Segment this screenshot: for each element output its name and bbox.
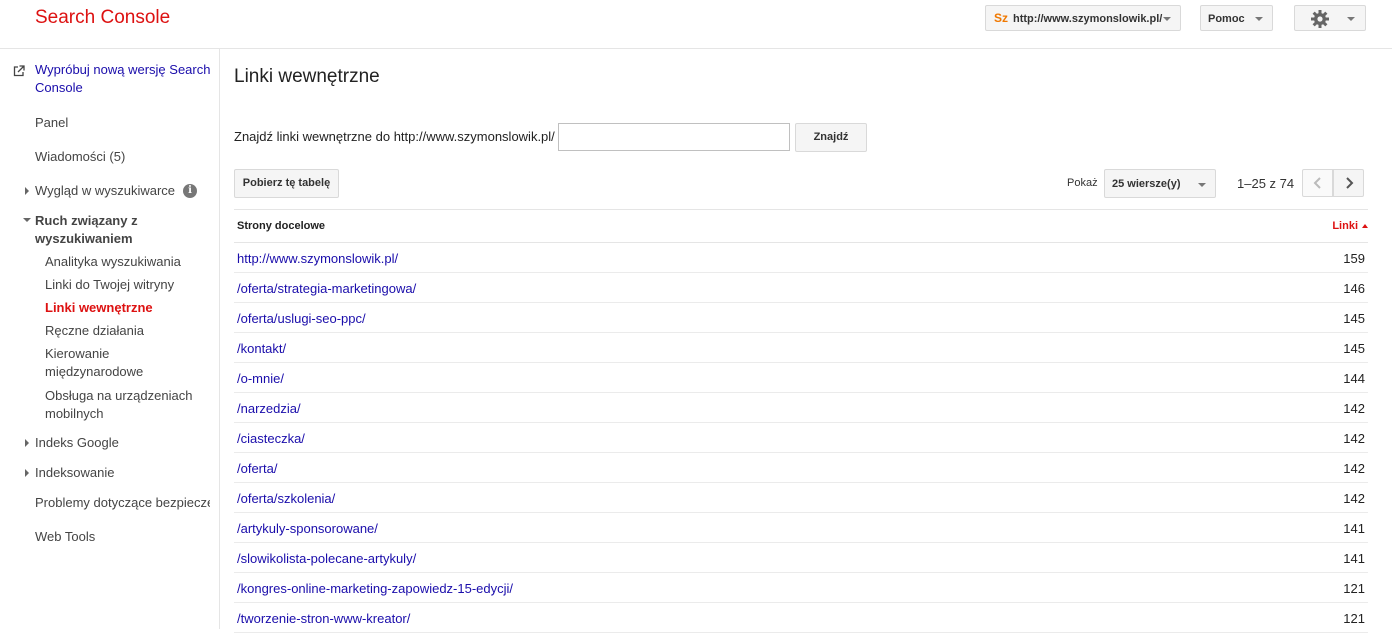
links-count: 121 <box>1343 611 1365 626</box>
sidebar-item-google-index[interactable]: Indeks Google <box>35 434 119 452</box>
chevron-down-icon <box>1163 17 1171 21</box>
links-count: 159 <box>1343 251 1365 266</box>
sidebar-item-crawl[interactable]: Indeksowanie <box>35 464 115 482</box>
table-header: Strony docelowe Linki <box>234 209 1368 243</box>
gear-icon <box>1311 10 1329 28</box>
target-page-link[interactable]: /kongres-online-marketing-zapowiedz-15-e… <box>237 581 513 596</box>
sidebar-item-panel[interactable]: Panel <box>35 114 68 132</box>
prev-page-button[interactable] <box>1302 169 1333 197</box>
sidebar-subitem-links-to-site[interactable]: Linki do Twojej witryny <box>45 276 174 294</box>
collapse-arrow-icon[interactable] <box>23 218 31 222</box>
table-row: /kongres-online-marketing-zapowiedz-15-e… <box>234 573 1368 603</box>
chevron-left-icon <box>1313 177 1321 189</box>
target-page-link[interactable]: /oferta/szkolenia/ <box>237 491 335 506</box>
rows-per-page-value: 25 wiersze(y) <box>1112 178 1181 190</box>
links-count: 144 <box>1343 371 1365 386</box>
links-count: 142 <box>1343 431 1365 446</box>
links-count: 141 <box>1343 521 1365 536</box>
target-page-link[interactable]: /ciasteczka/ <box>237 431 305 446</box>
target-page-link[interactable]: /oferta/ <box>237 461 277 476</box>
sidebar-subitem-internal-links[interactable]: Linki wewnętrzne <box>45 299 153 317</box>
sort-ascending-icon <box>1362 224 1368 228</box>
settings-button[interactable] <box>1294 5 1366 31</box>
page-title: Linki wewnętrzne <box>234 66 380 87</box>
links-count: 145 <box>1343 311 1365 326</box>
expand-arrow-icon[interactable] <box>25 187 29 195</box>
target-page-link[interactable]: /tworzenie-stron-www-kreator/ <box>237 611 410 626</box>
chevron-down-icon <box>1255 17 1263 21</box>
pagination-range: 1–25 z 74 <box>1237 176 1295 191</box>
links-count: 142 <box>1343 491 1365 506</box>
table-row: /ciasteczka/142 <box>234 423 1368 453</box>
external-link-icon <box>13 65 25 77</box>
next-page-button[interactable] <box>1333 169 1364 197</box>
sidebar-item-messages[interactable]: Wiadomości (5) <box>35 148 125 166</box>
target-page-link[interactable]: /oferta/strategia-marketingowa/ <box>237 281 416 296</box>
site-selector[interactable]: Sz http://www.szymonslowik.pl/ <box>985 5 1181 31</box>
find-links-label: Znajdź linki wewnętrzne do http://www.sz… <box>234 129 555 144</box>
table-row: /oferta/szkolenia/142 <box>234 483 1368 513</box>
sidebar-item-security-issues[interactable]: Problemy dotyczące bezpieczeństwa <box>35 494 210 512</box>
site-favicon: Sz <box>994 11 1009 25</box>
table-row: /slowikolista-polecane-artykuly/141 <box>234 543 1368 573</box>
column-header-links[interactable]: Linki <box>1332 220 1358 232</box>
table-row: /kontakt/145 <box>234 333 1368 363</box>
table-row: /oferta/strategia-marketingowa/146 <box>234 273 1368 303</box>
sidebar-subitem-manual-actions[interactable]: Ręczne działania <box>45 322 144 340</box>
sidebar-subitem-mobile-usability[interactable]: Obsługa na urządzeniach mobilnych <box>45 387 210 423</box>
target-page-link[interactable]: /o-mnie/ <box>237 371 284 386</box>
target-page-link[interactable]: /slowikolista-polecane-artykuly/ <box>237 551 416 566</box>
rows-per-page-select[interactable]: 25 wiersze(y) <box>1104 169 1216 198</box>
target-page-link[interactable]: http://www.szymonslowik.pl/ <box>237 251 398 266</box>
find-links-input[interactable] <box>558 123 790 151</box>
expand-arrow-icon[interactable] <box>25 439 29 447</box>
links-count: 146 <box>1343 281 1365 296</box>
target-page-link[interactable]: /artykuly-sponsorowane/ <box>237 521 378 536</box>
links-count: 121 <box>1343 581 1365 596</box>
links-count: 142 <box>1343 401 1365 416</box>
sidebar: Wypróbuj nową wersję Search Console Pane… <box>0 49 220 629</box>
table-body: http://www.szymonslowik.pl/159/oferta/st… <box>234 243 1368 633</box>
sidebar-subitem-search-analytics[interactable]: Analityka wyszukiwania <box>45 253 181 271</box>
sidebar-item-web-tools[interactable]: Web Tools <box>35 528 95 546</box>
table-row: /o-mnie/144 <box>234 363 1368 393</box>
help-button[interactable]: Pomoc <box>1200 5 1273 31</box>
table-row: /artykuly-sponsorowane/141 <box>234 513 1368 543</box>
expand-arrow-icon[interactable] <box>25 469 29 477</box>
links-count: 141 <box>1343 551 1365 566</box>
table-row: http://www.szymonslowik.pl/159 <box>234 243 1368 273</box>
top-bar: Search Console Sz http://www.szymonslowi… <box>0 0 1392 49</box>
chevron-right-icon <box>1346 177 1354 189</box>
sidebar-item-search-traffic[interactable]: Ruch związany z wyszukiwaniem <box>35 212 205 248</box>
target-page-link[interactable]: /kontakt/ <box>237 341 286 356</box>
site-url: http://www.szymonslowik.pl/ <box>1013 13 1163 25</box>
table-row: /narzedzia/142 <box>234 393 1368 423</box>
rows-per-page-label: Pokaż <box>1067 177 1098 189</box>
sidebar-item-appearance[interactable]: Wygląd w wyszukiwarce <box>35 182 175 200</box>
sidebar-subitem-international-targeting[interactable]: Kierowanie międzynarodowe <box>45 345 165 381</box>
table-row: /oferta/142 <box>234 453 1368 483</box>
target-page-link[interactable]: /narzedzia/ <box>237 401 301 416</box>
internal-links-table: Strony docelowe Linki http://www.szymons… <box>234 209 1368 633</box>
links-count: 145 <box>1343 341 1365 356</box>
find-button[interactable]: Znajdź <box>795 123 867 152</box>
app-logo[interactable]: Search Console <box>35 7 170 29</box>
target-page-link[interactable]: /oferta/uslugi-seo-ppc/ <box>237 311 366 326</box>
sidebar-item-new-version[interactable]: Wypróbuj nową wersję Search Console <box>35 61 215 97</box>
help-label: Pomoc <box>1208 13 1245 25</box>
table-row: /oferta/uslugi-seo-ppc/145 <box>234 303 1368 333</box>
column-header-target-pages[interactable]: Strony docelowe <box>237 220 325 232</box>
links-count: 142 <box>1343 461 1365 476</box>
info-icon[interactable]: i <box>183 184 197 198</box>
chevron-down-icon <box>1198 183 1206 187</box>
chevron-down-icon <box>1347 17 1355 21</box>
download-table-button[interactable]: Pobierz tę tabelę <box>234 169 339 198</box>
